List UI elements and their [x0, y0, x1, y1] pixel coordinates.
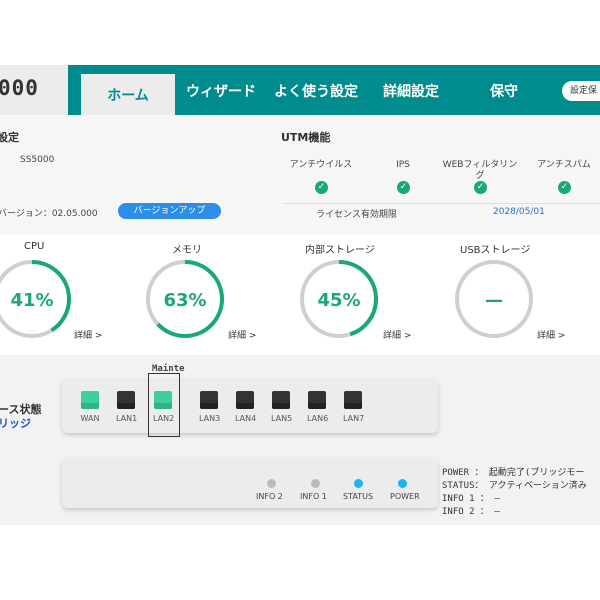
port-lan5[interactable]: LAN5: [271, 391, 292, 423]
gauge-label-usb-storage: USBストレージ: [460, 245, 531, 256]
led-info1: [311, 479, 320, 488]
memory-gauge: 63%: [146, 260, 224, 338]
tab-advanced-settings[interactable]: 詳細設定: [383, 65, 439, 115]
status-power: POWER ： 起動完了(ブリッジモー: [442, 468, 585, 478]
port-lan6[interactable]: LAN6: [307, 391, 328, 423]
port-jack-icon: [308, 391, 326, 409]
device-section-title: 設定: [0, 131, 19, 144]
license-label: ライセンス有効期限: [316, 210, 397, 220]
header-bar: 000 ホーム ウィザード よく使う設定 詳細設定 保守 設定保: [0, 65, 600, 115]
port-lan4[interactable]: LAN4: [235, 391, 256, 423]
license-date: 2028/05/01: [493, 207, 545, 217]
led-label-status: STATUS: [343, 492, 374, 501]
resource-section: CPU メモリ 内部ストレージ USBストレージ 41% 63% 45% — 詳…: [0, 235, 600, 355]
port-lan2[interactable]: LAN2: [153, 391, 174, 423]
ips-check-icon: ✓: [397, 181, 410, 194]
port-jack-icon: [344, 391, 362, 409]
utm-section-title: UTM機能: [281, 131, 331, 144]
antispam-check-icon: ✓: [558, 181, 571, 194]
mode-link[interactable]: リッジ: [0, 415, 31, 431]
status-status: STATUS： アクティベーション済み: [442, 481, 587, 491]
gauge-label-cpu: CPU: [24, 241, 45, 252]
led-panel: INFO 2 INFO 1 STATUS POWER: [62, 458, 438, 508]
antivirus-check-icon: ✓: [315, 181, 328, 194]
led-power: [398, 479, 407, 488]
status-info1: INFO 1 ： —: [442, 494, 500, 504]
port-lan7[interactable]: LAN7: [343, 391, 364, 423]
tab-home[interactable]: ホーム: [81, 74, 175, 115]
cpu-gauge: 41%: [0, 260, 71, 338]
port-lan3[interactable]: LAN3: [199, 391, 220, 423]
port-jack-icon: [200, 391, 218, 409]
led-label-power: POWER: [390, 492, 420, 501]
settings-save-button[interactable]: 設定保: [562, 81, 600, 101]
port-jack-icon: [117, 391, 135, 409]
utm-feature-web-filtering: WEBフィルタリング: [442, 160, 518, 181]
device-info-section: 設定 SS5000 バージョン：02.05.000 バージョンアップ UTM機能…: [0, 115, 600, 235]
logo: 000: [0, 65, 68, 115]
usb-storage-detail-link[interactable]: 詳細 >: [537, 328, 565, 341]
port-wan[interactable]: WAN: [80, 391, 100, 423]
utm-feature-ips: IPS: [396, 160, 410, 170]
usb-storage-gauge: —: [455, 260, 533, 338]
tab-wizard[interactable]: ウィザード: [186, 65, 256, 115]
status-info2: INFO 2 ： —: [442, 507, 500, 517]
internal-storage-gauge: 45%: [300, 260, 378, 338]
gauge-label-internal-storage: 内部ストレージ: [305, 245, 375, 256]
interface-section: ース状態 リッジ Mainte WAN LAN1 LAN2 LAN3 LAN4 …: [0, 355, 600, 525]
top-strip: [0, 0, 600, 65]
firmware-version: バージョン：02.05.000: [0, 209, 98, 219]
utm-feature-antivirus: アンチウイルス: [289, 160, 353, 170]
tab-frequent-settings[interactable]: よく使う設定: [274, 65, 358, 115]
port-jack-icon: [272, 391, 290, 409]
memory-detail-link[interactable]: 詳細 >: [228, 328, 256, 341]
gauge-label-memory: メモリ: [172, 245, 202, 256]
port-jack-icon: [154, 391, 172, 409]
led-info2: [267, 479, 276, 488]
tab-maintenance[interactable]: 保守: [490, 65, 518, 115]
gauge-value-usb-storage: —: [485, 290, 503, 311]
gauge-value-memory: 63%: [163, 290, 206, 311]
port-jack-icon: [236, 391, 254, 409]
port-lan1[interactable]: LAN1: [116, 391, 137, 423]
led-label-info2: INFO 2: [256, 492, 283, 501]
port-panel: WAN LAN1 LAN2 LAN3 LAN4 LAN5 LAN6 LAN7: [62, 373, 438, 437]
internal-storage-detail-link[interactable]: 詳細 >: [383, 328, 411, 341]
logo-text: 000: [0, 76, 39, 100]
gauge-value-cpu: 41%: [10, 290, 53, 311]
led-status: [354, 479, 363, 488]
device-model: SS5000: [20, 155, 55, 165]
version-up-button[interactable]: バージョンアップ: [118, 203, 221, 219]
utm-feature-antispam: アンチスパム: [537, 160, 591, 170]
port-jack-icon: [81, 391, 99, 409]
web-filtering-check-icon: ✓: [474, 181, 487, 194]
led-label-info1: INFO 1: [300, 492, 327, 501]
cpu-detail-link[interactable]: 詳細 >: [74, 328, 102, 341]
gauge-value-internal-storage: 45%: [317, 290, 360, 311]
